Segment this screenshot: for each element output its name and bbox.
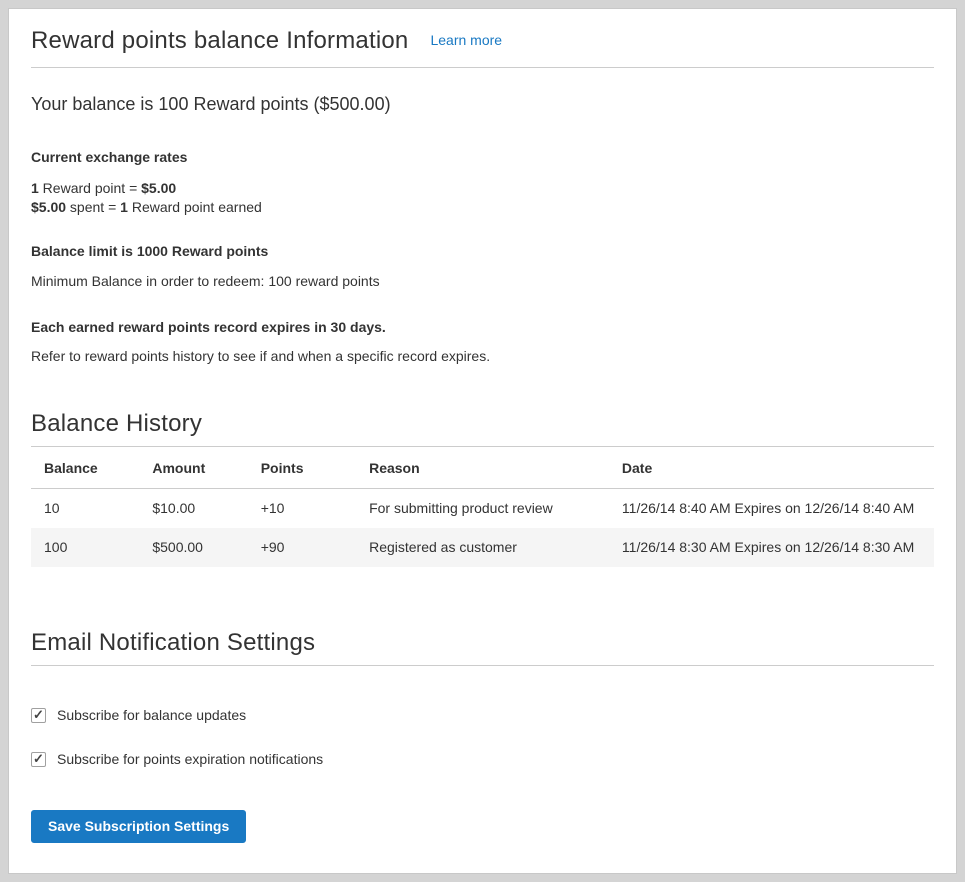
save-subscription-settings-button[interactable]: Save Subscription Settings xyxy=(31,810,246,843)
expiry-note: Refer to reward points history to see if… xyxy=(31,348,934,365)
exchange-rates-heading: Current exchange rates xyxy=(31,149,934,166)
table-row: 10 $10.00 +10 For submitting product rev… xyxy=(31,489,934,529)
cell-amount: $500.00 xyxy=(139,528,247,567)
cell-reason: Registered as customer xyxy=(356,528,609,567)
table-row: 100 $500.00 +90 Registered as customer 1… xyxy=(31,528,934,567)
email-notification-heading: Email Notification Settings xyxy=(31,629,934,666)
page-title: Reward points balance Information xyxy=(31,27,408,54)
balance-updates-label[interactable]: Subscribe for balance updates xyxy=(57,707,246,724)
cell-balance: 10 xyxy=(31,489,139,529)
cell-amount: $10.00 xyxy=(139,489,247,529)
learn-more-link[interactable]: Learn more xyxy=(430,32,502,48)
column-header-amount: Amount xyxy=(139,447,247,489)
column-header-date: Date xyxy=(609,447,934,489)
cell-balance: 100 xyxy=(31,528,139,567)
rate-line2: $5.00 spent = 1 Reward point earned xyxy=(31,199,262,215)
cell-points: +10 xyxy=(248,489,356,529)
points-expiration-checkbox[interactable] xyxy=(31,752,46,767)
minimum-balance-text: Minimum Balance in order to redeem: 100 … xyxy=(31,273,934,290)
column-header-balance: Balance xyxy=(31,447,139,489)
exchange-rates-text: 1 Reward point = $5.00 $5.00 spent = 1 R… xyxy=(31,179,934,217)
cell-reason: For submitting product review xyxy=(356,489,609,529)
balance-history-section: Balance History Balance Amount Points Re… xyxy=(31,410,934,567)
points-expiration-option: Subscribe for points expiration notifica… xyxy=(31,751,934,768)
balance-updates-checkbox[interactable] xyxy=(31,708,46,723)
page-header: Reward points balance Information Learn m… xyxy=(31,27,934,68)
expiry-statement: Each earned reward points record expires… xyxy=(31,319,934,336)
balance-history-table: Balance Amount Points Reason Date 10 $10… xyxy=(31,447,934,567)
cell-date: 11/26/14 8:30 AM Expires on 12/26/14 8:3… xyxy=(609,528,934,567)
points-expiration-label[interactable]: Subscribe for points expiration notifica… xyxy=(57,751,323,768)
column-header-points: Points xyxy=(248,447,356,489)
email-notification-section: Email Notification Settings Subscribe fo… xyxy=(31,629,934,843)
balance-limit-text: Balance limit is 1000 Reward points xyxy=(31,243,934,260)
rate-line1: 1 Reward point = $5.00 xyxy=(31,180,176,196)
cell-points: +90 xyxy=(248,528,356,567)
reward-points-panel: Reward points balance Information Learn m… xyxy=(8,8,957,874)
table-header-row: Balance Amount Points Reason Date xyxy=(31,447,934,489)
cell-date: 11/26/14 8:40 AM Expires on 12/26/14 8:4… xyxy=(609,489,934,529)
balance-history-heading: Balance History xyxy=(31,410,934,447)
balance-summary: Your balance is 100 Reward points ($500.… xyxy=(31,92,934,117)
balance-updates-option: Subscribe for balance updates xyxy=(31,707,934,724)
column-header-reason: Reason xyxy=(356,447,609,489)
